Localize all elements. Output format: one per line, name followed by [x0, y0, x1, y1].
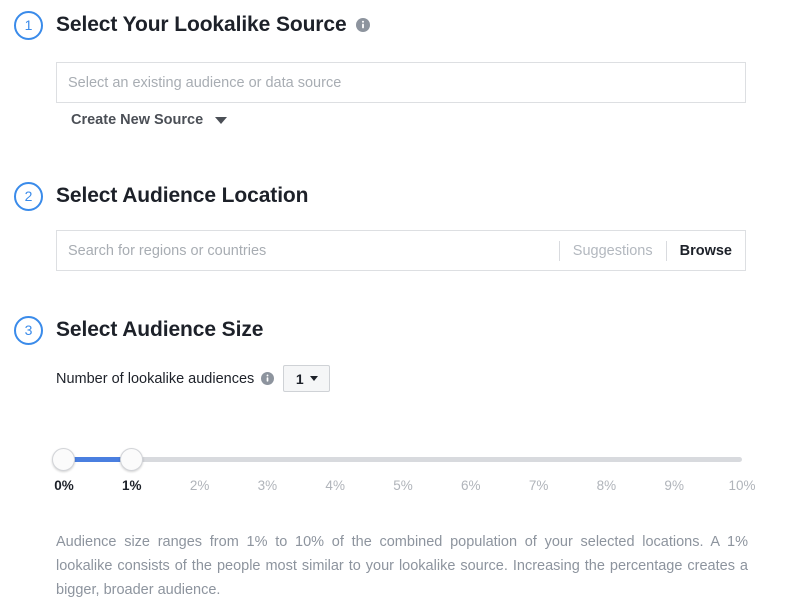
slider-tick-10: 10% [728, 478, 756, 493]
slider-tick-2: 2% [189, 478, 210, 493]
section-header-location: 2 Select Audience Location [14, 179, 308, 213]
lookalike-count-value: 1 [295, 370, 304, 387]
section-title-location: Select Audience Location [56, 184, 309, 207]
slider-tick-6: 6% [461, 478, 481, 493]
step-badge-1: 1 [14, 10, 43, 40]
slider-tick-3: 3% [257, 478, 278, 493]
create-new-source-button[interactable]: Create New Source [71, 112, 228, 128]
slider-tick-7: 7% [528, 478, 549, 493]
location-search-field[interactable]: Search for regions or countries Suggesti… [56, 230, 746, 271]
section-title-source: Select Your Lookalike Source [56, 13, 347, 36]
slider-track[interactable] [64, 457, 742, 462]
divider [665, 240, 667, 261]
slider-tick-4: 4% [325, 478, 345, 493]
create-new-source-label: Create New Source [71, 112, 204, 128]
lookalike-count-row: Number of lookalike audiences 1 [56, 365, 331, 392]
slider-handle-lower[interactable] [52, 448, 75, 471]
step-badge-2: 2 [14, 181, 43, 211]
step-badge-3: 3 [14, 315, 43, 345]
audience-size-slider[interactable]: 0% 1% 2% 3% 4% 5% 6% 7% 8% 9% 10% [52, 444, 756, 499]
slider-tick-9: 9% [664, 478, 684, 493]
slider-tick-5: 5% [393, 478, 413, 493]
location-field-actions: Suggestions Browse [546, 240, 745, 261]
location-search-placeholder: Search for regions or countries [68, 242, 267, 259]
suggestions-button[interactable]: Suggestions [573, 243, 653, 259]
slider-tick-1: 1% [122, 478, 142, 493]
slider-tick-8: 8% [596, 478, 617, 493]
lookalike-audience-form: 1 Select Your Lookalike Source Select an… [0, 0, 800, 600]
section-header-source: 1 Select Your Lookalike Source [14, 8, 370, 42]
info-icon[interactable] [355, 18, 370, 32]
chevron-down-icon [215, 116, 228, 124]
lookalike-count-select[interactable]: 1 [283, 365, 331, 392]
lookalike-source-placeholder: Select an existing audience or data sour… [68, 74, 342, 91]
slider-tick-0: 0% [54, 478, 74, 493]
section-header-size: 3 Select Audience Size [14, 313, 263, 347]
lookalike-source-input[interactable]: Select an existing audience or data sour… [56, 62, 746, 103]
divider [558, 240, 560, 261]
slider-handle-upper[interactable] [119, 448, 143, 471]
slider-tick-labels: 0% 1% 2% 3% 4% 5% 6% 7% 8% 9% 10% [52, 478, 756, 496]
browse-button[interactable]: Browse [680, 243, 732, 259]
audience-size-description: Audience size ranges from 1% to 10% of t… [56, 534, 748, 598]
lookalike-count-label: Number of lookalike audiences [56, 370, 255, 387]
chevron-down-icon [309, 376, 318, 381]
info-icon[interactable] [261, 372, 275, 385]
section-title-size: Select Audience Size [56, 318, 264, 341]
